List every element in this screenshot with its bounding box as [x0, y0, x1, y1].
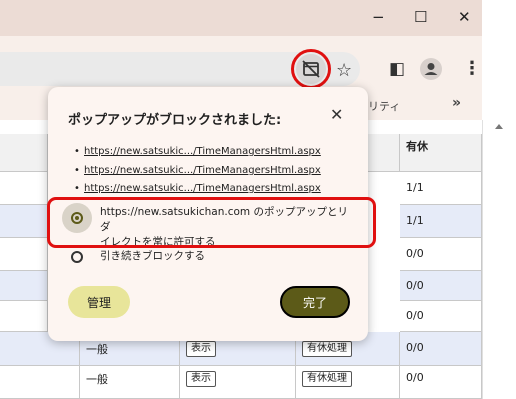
close-window-button[interactable]: ✕	[458, 8, 471, 26]
table-cell: 表示	[180, 366, 296, 399]
show-button[interactable]: 表示	[186, 341, 216, 357]
window-titlebar: − ☐ ✕	[0, 0, 482, 36]
table-cell: 1/1	[400, 172, 482, 205]
close-icon[interactable]: ✕	[330, 105, 343, 124]
table-cell	[0, 238, 48, 271]
continue-block-radio[interactable]	[71, 251, 83, 263]
table-header	[0, 134, 48, 172]
maximize-button[interactable]: ☐	[414, 8, 427, 26]
table-cell: 0/0	[400, 301, 482, 332]
star-icon[interactable]: ☆	[336, 60, 352, 81]
list-bullet: •	[74, 183, 80, 194]
continue-block-option[interactable]: 引き続きブロックする	[100, 249, 205, 264]
blocked-popup-link[interactable]: https://new.satsukic.../TimeManagersHtml…	[84, 165, 321, 176]
blocked-popup-link[interactable]: https://new.satsukic.../TimeManagersHtml…	[84, 146, 321, 157]
table-cell: 0/0	[400, 332, 482, 366]
scroll-up-arrow[interactable]	[495, 124, 503, 129]
table-cell: 0/0	[400, 366, 482, 399]
table-cell: 1/1	[400, 205, 482, 238]
page-scrollbar[interactable]	[482, 120, 516, 399]
list-bullet: •	[74, 165, 80, 176]
menu-icon[interactable]: ⋮	[463, 58, 481, 79]
profile-icon	[424, 63, 438, 75]
show-button[interactable]: 表示	[186, 371, 216, 387]
minimize-button[interactable]: −	[372, 8, 385, 26]
table-cell: 0/0	[400, 271, 482, 301]
bookmark-partial[interactable]: リティ	[368, 98, 400, 114]
manage-button[interactable]: 管理	[68, 286, 130, 318]
allow-option-highlight	[47, 197, 376, 248]
paid-leave-process-button[interactable]: 有休処理	[302, 341, 352, 357]
table-cell: 一般	[80, 366, 180, 399]
table-header-paid-leave: 有休	[400, 134, 482, 172]
table-cell	[0, 172, 48, 205]
table-cell	[0, 271, 48, 301]
profile-avatar[interactable]	[420, 58, 442, 80]
table-cell: 有休処理	[296, 366, 400, 399]
popup-icon-highlight	[291, 49, 331, 89]
popup-title: ポップアップがブロックされました:	[68, 113, 282, 128]
table-cell	[0, 366, 80, 399]
paid-leave-process-button[interactable]: 有休処理	[302, 371, 352, 387]
table-cell	[0, 301, 48, 332]
table-cell	[0, 205, 48, 238]
list-bullet: •	[74, 146, 80, 157]
bookmarks-overflow-icon[interactable]: »	[452, 95, 461, 111]
table-cell: 0/0	[400, 238, 482, 271]
done-button[interactable]: 完了	[280, 286, 350, 318]
side-panel-icon[interactable]: ◧	[389, 59, 405, 79]
blocked-popup-link[interactable]: https://new.satsukic.../TimeManagersHtml…	[84, 183, 321, 194]
